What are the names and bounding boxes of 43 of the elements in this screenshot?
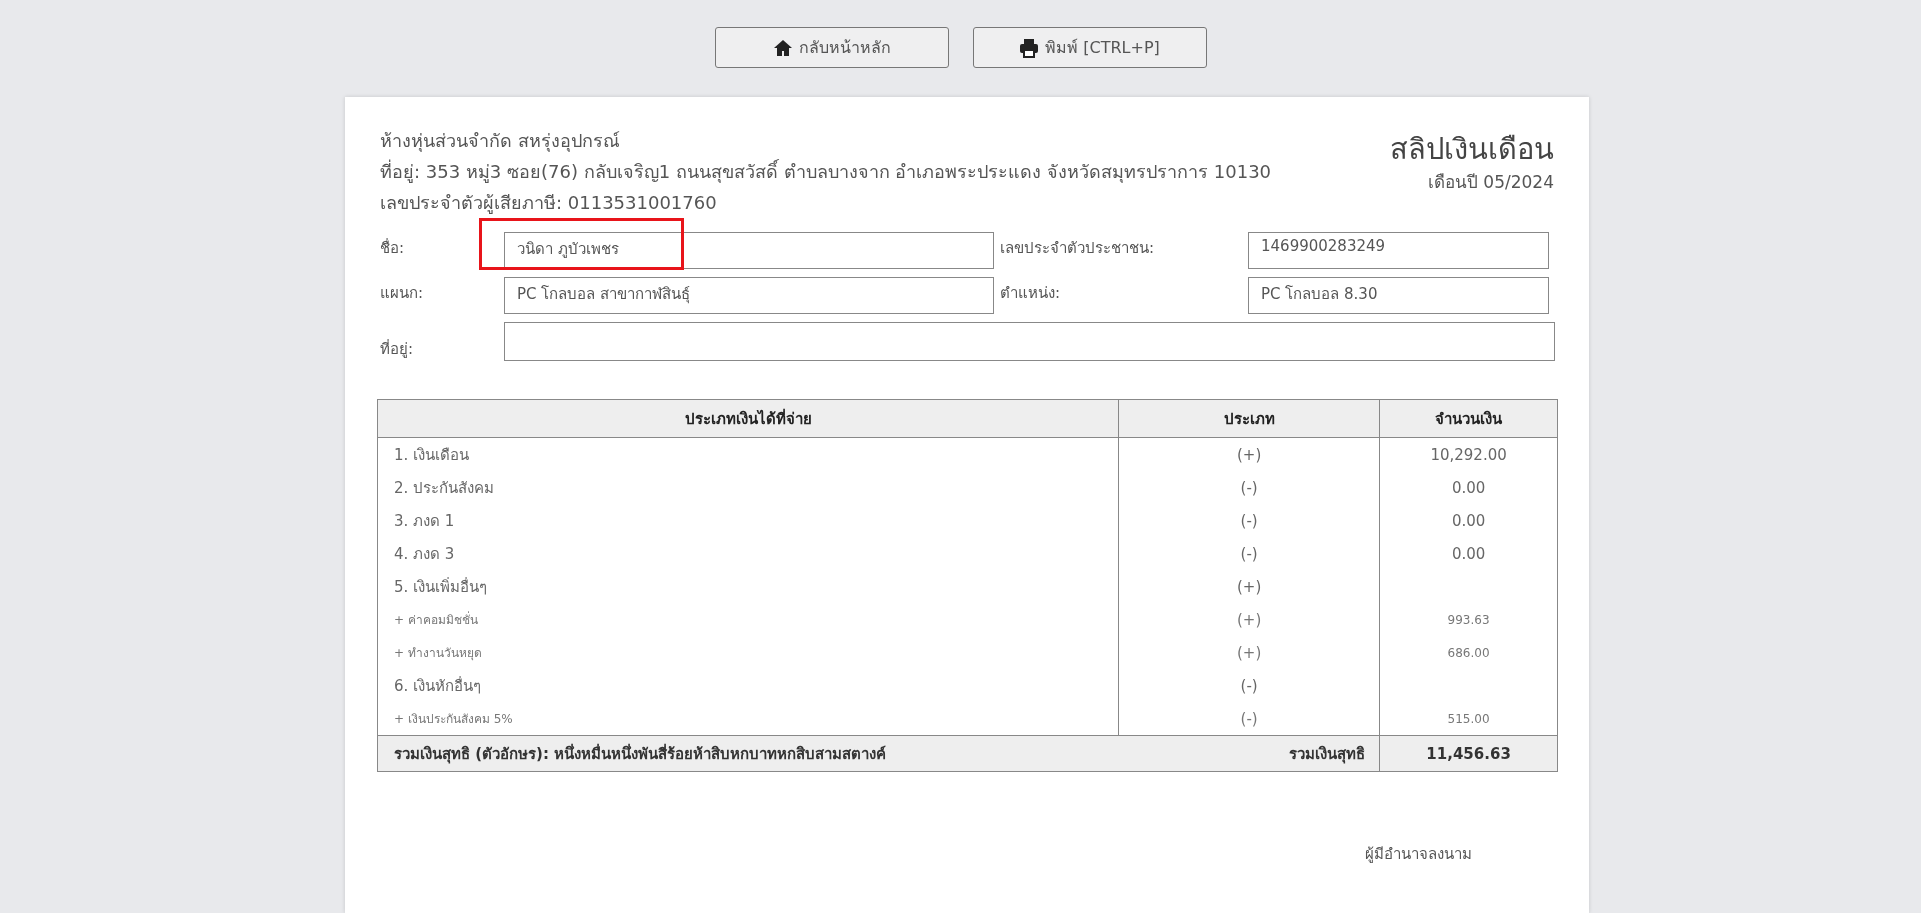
slip-title: สลิปเงินเดือน [1390, 131, 1554, 168]
table-cell: (-) [1118, 504, 1380, 537]
column-header: ประเภท [1118, 399, 1380, 438]
table-cell: 10,292.00 [1379, 437, 1558, 471]
pay-period: เดือนปี 05/2024 [1426, 171, 1554, 194]
printer-icon [1019, 37, 1040, 58]
table-cell: + ค่าคอมมิชชั่น [377, 603, 1119, 636]
table-cell: (-) [1118, 669, 1380, 702]
table-cell: (+) [1118, 570, 1380, 603]
column-header: จำนวนเงิน [1379, 399, 1558, 438]
field-label: เลขประจำตัวประชาชน: [1000, 238, 1156, 259]
table-cell: 0.00 [1379, 504, 1558, 537]
table-cell: (-) [1118, 471, 1380, 504]
table-cell: 5. เงินเพิ่มอื่นๆ [377, 570, 1119, 603]
table-cell: 0.00 [1379, 471, 1558, 504]
table-cell: + ทำงานวันหยุด [377, 636, 1119, 669]
field-label: แผนก: [380, 283, 425, 304]
company-name: ห้างหุ่นส่วนจำกัด สหรุ่งอุปกรณ์ [380, 129, 621, 154]
home-button[interactable]: กลับหน้าหลัก [714, 27, 949, 68]
signature-label: ผู้มีอำนาจลงนาม [1365, 845, 1472, 863]
table-cell: (+) [1118, 636, 1380, 669]
net-pay-label: รวมเงินสุทธิ [1289, 743, 1366, 766]
field-label: ตำแหน่ง: [1000, 283, 1062, 304]
table-cell: 1. เงินเดือน [377, 437, 1119, 471]
table-cell: 686.00 [1379, 636, 1558, 669]
table-cell: (+) [1118, 603, 1380, 636]
table-cell: 6. เงินหักอื่นๆ [377, 669, 1119, 702]
table-cell: 2. ประกันสังคม [377, 471, 1119, 504]
field-label: ชื่อ: [380, 237, 406, 259]
table-cell: 993.63 [1379, 603, 1558, 636]
net-pay-in-words: รวมเงินสุทธิ (ตัวอักษร): หนึ่งหมื่นหนึ่งพันสี่ร้อยห้าสิบหกบาทหกสิบสามสตางค์ [394, 742, 887, 766]
column-header: ประเภทเงินได้ที่จ่าย [377, 399, 1119, 438]
table-cell: (-) [1118, 537, 1380, 570]
table-cell: 0.00 [1379, 537, 1558, 570]
company-address: ที่อยู่: 353 หมู่3 ซอย(76) กลับเจริญ1 ถนนสุขสวัสดิ์ ตำบลบางจาก อำเภอพระประแดง จังหวัดสมุทรปราการ 10130 [380, 158, 1272, 185]
tax-id: เลขประจำตัวผู้เสียภาษี: 0113531001760 [380, 191, 718, 216]
table-cell: 3. ภงด 1 [377, 504, 1119, 537]
table-cell: 4. ภงด 3 [377, 537, 1119, 570]
field-label: ที่อยู่: [380, 338, 415, 360]
home-icon [772, 37, 793, 58]
net-pay-total: 11,456.63 [1379, 735, 1558, 772]
table-cell: (+) [1118, 437, 1380, 471]
print-button[interactable]: พิมพ์ [CTRL+P] [972, 27, 1207, 68]
